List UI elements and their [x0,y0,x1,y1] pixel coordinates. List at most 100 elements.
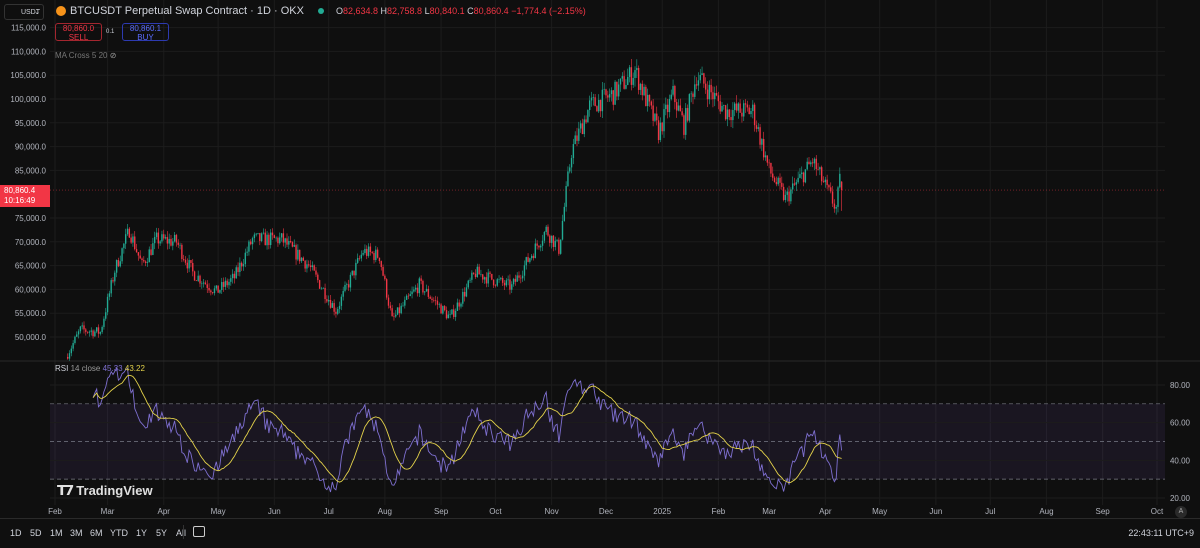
candle-body [143,260,145,262]
candle-body [231,273,234,279]
range-button-6m[interactable]: 6M [90,528,103,538]
clock-timezone[interactable]: 22:43:11 UTC+9 [1128,528,1194,538]
candle-body [150,249,152,255]
candle-body [525,257,527,266]
candle-body [795,182,798,185]
candle-body [471,272,473,280]
candle-body [590,97,593,101]
candle-body [728,109,730,118]
candle-body [683,115,685,135]
chevron-down-icon: ⌄ [34,9,40,16]
candle-body [681,111,683,116]
price-tick-label: 110,000.0 [11,47,47,56]
candle-body [369,246,372,252]
range-button-5d[interactable]: 5D [30,528,42,538]
rsi-legend[interactable]: RSI 14 close 45.33 43.22 [55,364,145,373]
indicator-legend[interactable]: MA Cross 5 20 ⊘ [55,51,116,60]
candle-body [824,179,827,183]
candle-body [395,314,397,317]
sell-label: SELL [68,32,89,42]
candle-body [83,325,85,330]
candle-body [543,231,546,241]
candle-body [521,275,524,279]
rsi-tick-label: 40.00 [1170,456,1191,465]
candle-body [396,307,399,315]
candle-body [541,240,544,246]
candle-body [666,104,669,113]
candle-body [507,279,509,281]
candle-body [317,274,319,281]
candle-body [454,310,457,317]
symbol-title[interactable]: BTCUSDT Perpetual Swap Contract · 1D · O… [70,5,304,17]
candle-body [155,232,158,237]
candle-body [387,297,390,306]
candle-body [119,261,121,267]
x-tick-label: Feb [48,507,62,516]
range-button-1y[interactable]: 1Y [136,528,147,538]
rsi-tick-label: 20.00 [1170,494,1191,503]
candle-body [99,332,102,334]
candle-body [237,267,239,273]
candle-body [338,305,341,310]
candle-body [280,233,283,238]
go-to-date-icon[interactable] [193,526,205,537]
candle-body [491,273,493,280]
candle-body [549,235,551,243]
candle-body [221,282,223,291]
candle-body [255,233,257,235]
candle-body [202,282,205,284]
candle-body [114,272,116,282]
candle-body [607,95,609,98]
candle-body [215,285,218,289]
candle-body [569,167,571,172]
sell-button[interactable]: 80,860.0 SELL [55,23,102,41]
candle-body [661,122,663,132]
candle-body [467,280,469,288]
candle-body [344,284,346,291]
candle-body [88,331,91,333]
currency-select[interactable]: USDT ⌄ [4,4,44,20]
candle-body [710,84,712,93]
hidden-eye-icon[interactable]: ⊘ [110,51,117,60]
candle-body [483,277,486,280]
candle-body [634,70,636,78]
candle-body [695,84,698,86]
x-tick-label: 2025 [653,507,671,516]
candle-body [378,257,381,262]
x-tick-label: Sep [1096,507,1111,516]
chart-canvas[interactable]: Feb Mar Apr May Jun Jul Aug Sep Oct Nov Dec 2025 Feb… [0,0,1200,547]
range-button-1m[interactable]: 1M [50,528,63,538]
candle-body [679,105,682,112]
range-button-3m[interactable]: 3M [70,528,83,538]
auto-scale-button[interactable]: A [1175,506,1187,518]
candle-body [561,220,564,240]
close-value: 80,860.4 [473,6,509,16]
range-button-1d[interactable]: 1D [10,528,22,538]
candle-body [552,235,555,247]
candle-body [733,103,736,110]
range-button-5y[interactable]: 5Y [156,528,167,538]
candle-body [438,304,440,306]
candle-body [103,318,105,327]
open-value: 82,634.8 [342,6,378,16]
candle-body [315,270,317,275]
candle-body [574,135,576,145]
candle-body [139,255,141,259]
candle-body [85,329,87,332]
buy-button[interactable]: 80,860.1 BUY [122,23,169,41]
range-button-ytd[interactable]: YTD [110,528,128,538]
candle-body [828,185,830,188]
range-button-all[interactable]: All [176,528,186,538]
candle-body [500,277,502,280]
candle-body [313,265,315,271]
candle-body [157,232,160,244]
order-quantity[interactable]: 0.1 [106,29,114,35]
symbol-header: BTCUSDT Perpetual Swap Contract · 1D · O… [56,5,586,17]
candle-body [643,86,645,96]
candles [66,59,843,361]
candle-body [768,162,770,164]
candle-body [128,228,131,238]
candle-body [735,103,738,111]
candle-body [351,270,353,275]
current-price: 80,860.4 [4,186,36,195]
